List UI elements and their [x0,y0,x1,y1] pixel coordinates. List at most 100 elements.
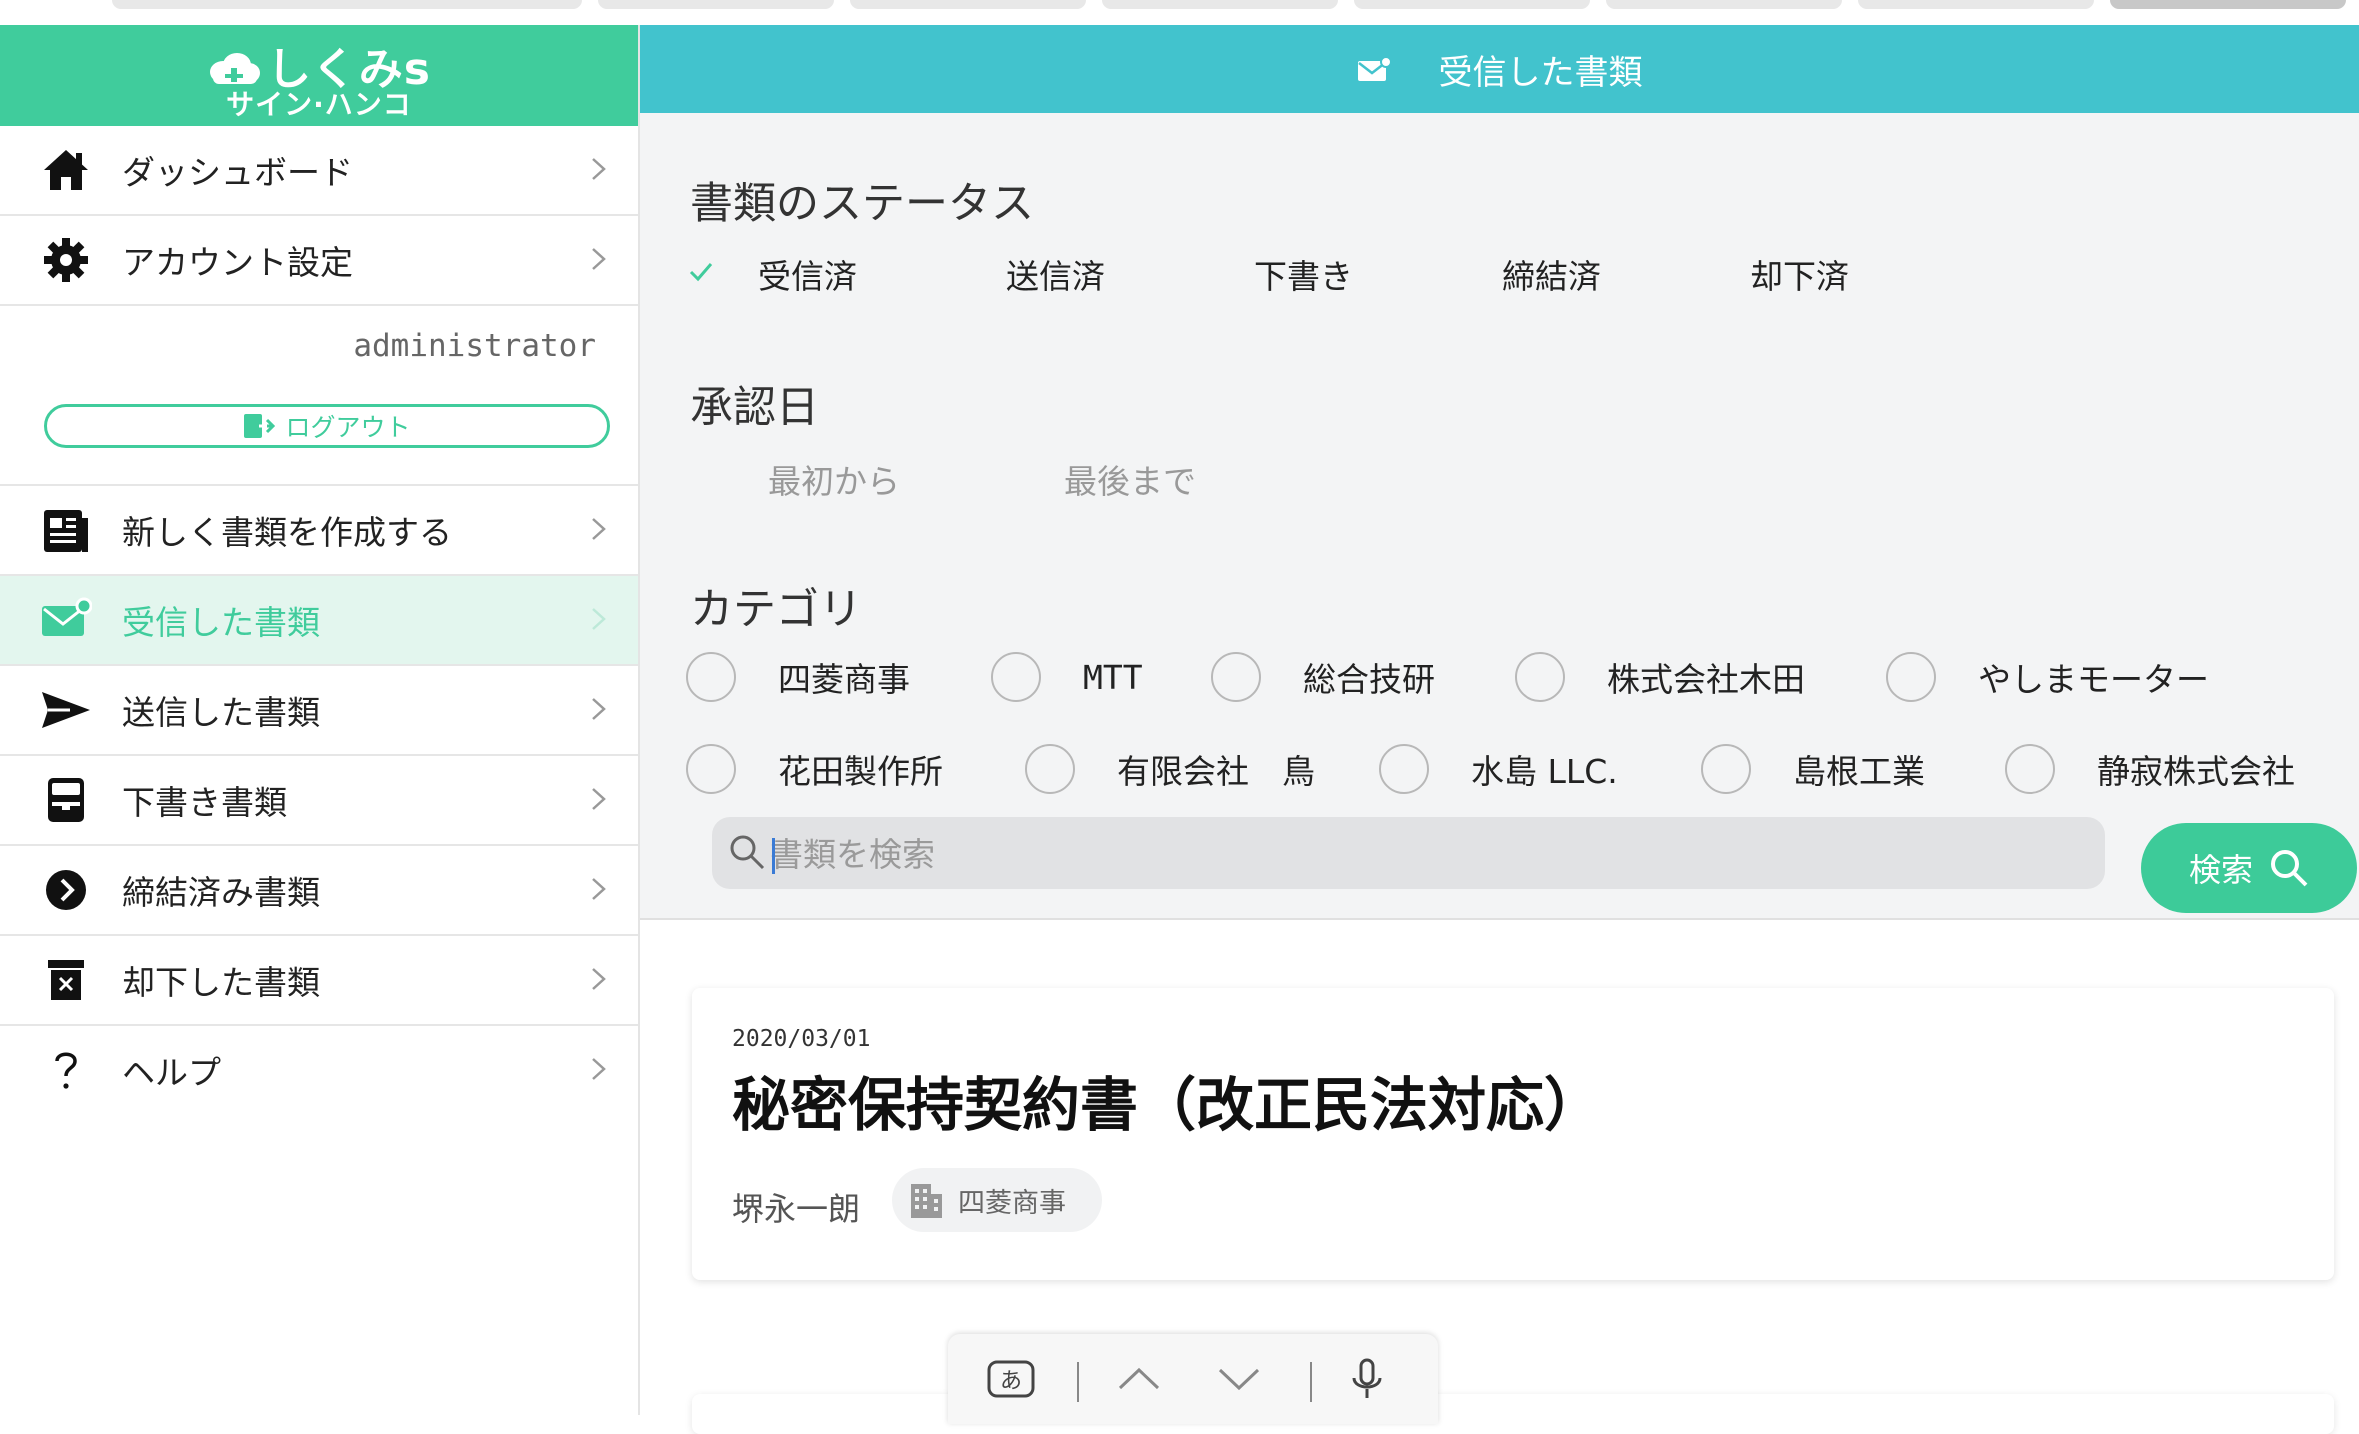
next-field-button[interactable] [1214,1356,1264,1402]
status-option-signed[interactable]: 締結済 [1502,250,1601,298]
category-option[interactable]: 水島 LLC. [1379,744,1618,794]
chevron-circle-icon [40,864,92,916]
chevron-right-icon [592,698,606,720]
category-option[interactable]: 株式会社木田 [1515,652,1805,702]
search-input[interactable] [768,823,2072,885]
browser-tab[interactable] [112,0,582,9]
sidebar: しくみs サイン·ハンコ ダッシュボード アカウント設定 administrat… [0,25,640,1415]
page-title: 受信した書類 [1438,52,1643,93]
category-option[interactable]: やしまモーター [1886,652,2209,702]
browser-tab[interactable] [598,0,834,9]
ime-switch-button[interactable]: あ [986,1356,1036,1402]
chevron-right-icon [592,788,606,810]
sidebar-item-draft-documents[interactable]: 下書き書類 [0,756,638,846]
category-option[interactable]: MTT [991,652,1143,702]
sidebar-item-create-document[interactable]: 新しく書類を作成する [0,486,638,576]
sidebar-item-signed-documents[interactable]: 締結済み書類 [0,846,638,936]
microphone-icon [1352,1358,1382,1398]
company-tag[interactable]: 四菱商事 [892,1168,1102,1232]
radio-button[interactable] [991,652,1041,702]
sidebar-item-account-settings[interactable]: アカウント設定 [0,216,638,306]
radio-button[interactable] [2005,744,2055,794]
search-icon [2271,850,2308,887]
browser-tab[interactable] [1354,0,1590,9]
document-title: 秘密保持契約書（改正民法対応） [732,1071,1603,1139]
chevron-up-icon [1118,1367,1160,1390]
status-option-draft[interactable]: 下書き [1254,250,1353,298]
sidebar-item-label: 送信した書類 [122,693,320,732]
category-option[interactable]: 静寂株式会社 [2005,744,2295,794]
browser-tab[interactable] [1606,0,1842,9]
sidebar-item-dashboard[interactable]: ダッシュボード [0,126,638,216]
category-option[interactable]: 島根工業 [1701,744,1925,794]
chevron-right-icon [592,878,606,900]
sidebar-item-label: 却下した書類 [122,963,320,1002]
document-list: 2020/03/01 秘密保持契約書（改正民法対応） 堺永一朗 四菱商事 [640,920,2359,1434]
sidebar-item-received-documents[interactable]: 受信した書類 [0,576,638,666]
sidebar-item-label: アカウント設定 [122,243,353,282]
browser-tab-active[interactable] [2110,0,2346,9]
radio-button[interactable] [686,744,736,794]
company-name: 四菱商事 [958,1187,1066,1219]
logout-button[interactable]: ログアウト [44,404,610,448]
text-caret [772,838,775,874]
search-box [712,817,2105,889]
filter-panel: 書類のステータス 受信済 送信済 下書き 締結済 却下済 承認日 最初から 最後… [640,113,2359,920]
search-button-label: 検索 [2188,851,2253,889]
radio-button[interactable] [1379,744,1429,794]
radio-button[interactable] [1025,744,1075,794]
document-card[interactable] [692,1394,2334,1434]
category-option[interactable]: 有限会社 鳥 [1025,744,1315,794]
user-info: administrator [0,306,638,392]
sidebar-item-label: 新しく書類を作成する [122,513,452,552]
radio-button[interactable] [1515,652,1565,702]
browser-tab[interactable] [1102,0,1338,9]
chevron-right-icon [592,1058,606,1080]
document-sender: 堺永一朗 [732,1190,861,1228]
logout-label: ログアウト [285,413,411,442]
question-icon [40,1044,92,1096]
date-to-field[interactable]: 最後まで [1064,455,1196,503]
sidebar-item-sent-documents[interactable]: 送信した書類 [0,666,638,756]
mail-icon [1357,56,1391,81]
building-icon [911,1184,942,1218]
search-icon [730,835,765,870]
app-logo[interactable]: しくみs サイン·ハンコ [0,25,638,126]
date-from-field[interactable]: 最初から [768,455,900,503]
status-option-sent[interactable]: 送信済 [1006,250,1105,298]
keyboard-accessory-bar: あ [948,1334,1438,1424]
sidebar-item-label: 締結済み書類 [122,873,320,912]
inbox-tray-icon [40,774,92,826]
sidebar-item-help[interactable]: ヘルプ [0,1026,638,1114]
radio-button[interactable] [1886,652,1936,702]
date-section-title: 承認日 [690,383,819,433]
radio-button[interactable] [686,652,736,702]
previous-field-button[interactable] [1114,1356,1164,1402]
browser-tab[interactable] [850,0,1086,9]
cloud-logo-icon [210,53,261,84]
chevron-right-icon [592,248,606,270]
check-icon [689,263,713,282]
category-option[interactable]: 総合技研 [1211,652,1435,702]
home-icon [40,144,92,196]
send-icon [40,684,92,736]
chevron-down-icon [1218,1368,1260,1391]
sidebar-item-label: ヘルプ [122,1053,221,1092]
sidebar-item-rejected-documents[interactable]: 却下した書類 [0,936,638,1026]
category-option[interactable]: 花田製作所 [686,744,943,794]
status-section-title: 書類のステータス [690,179,1034,229]
radio-button[interactable] [1701,744,1751,794]
chevron-right-icon [592,518,606,540]
status-option-received[interactable]: 受信済 [758,250,857,298]
browser-tab[interactable] [1858,0,2094,9]
user-name: administrator [353,328,596,364]
document-card[interactable]: 2020/03/01 秘密保持契約書（改正民法対応） 堺永一朗 四菱商事 [692,988,2334,1280]
dictation-button[interactable] [1342,1356,1392,1402]
chevron-right-icon [592,608,606,630]
radio-button[interactable] [1211,652,1261,702]
status-option-rejected[interactable]: 却下済 [1750,250,1849,298]
category-option[interactable]: 四菱商事 [686,652,910,702]
trash-icon [40,954,92,1006]
search-button[interactable]: 検索 [2141,823,2357,913]
chevron-right-icon [592,968,606,990]
